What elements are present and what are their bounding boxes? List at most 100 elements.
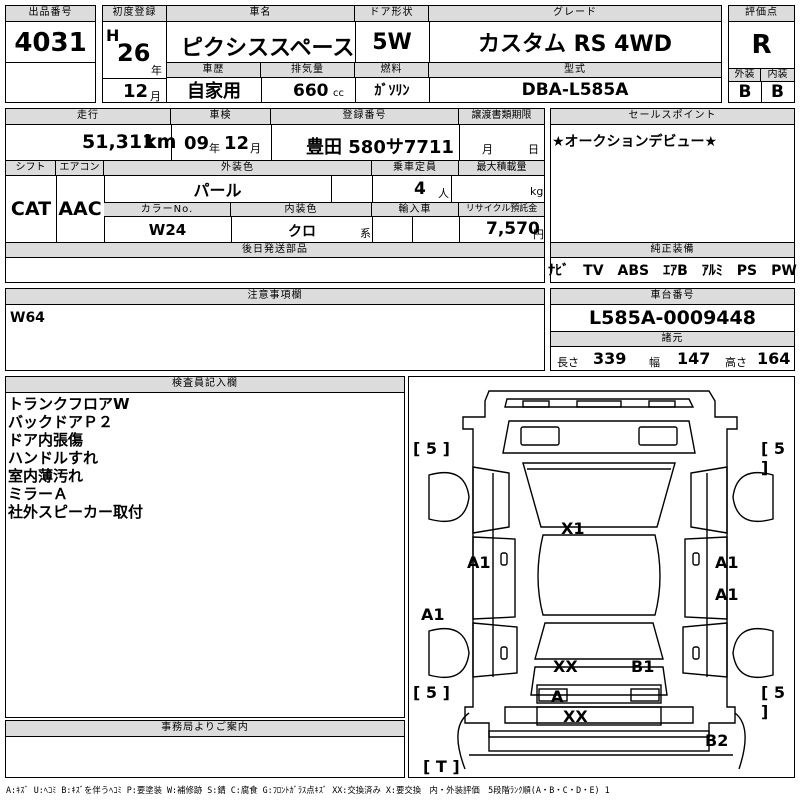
damage-code: [ 5 ] [761, 683, 786, 721]
height-label: 高さ [725, 356, 747, 369]
inspector-line: ミラーＡ [8, 485, 69, 503]
damage-code: A1 [467, 553, 491, 572]
damage-code: [ 5 ] [761, 439, 786, 477]
damage-code: A1 [715, 585, 739, 604]
damage-code: B1 [631, 657, 655, 676]
damage-code: XX [553, 657, 578, 676]
displacement-unit: cc [333, 88, 344, 99]
inspection-label: 車検 [171, 109, 271, 125]
car-name-label: 車名 [167, 6, 355, 22]
inspector-label: 検査員記入欄 [6, 377, 404, 393]
office-label: 事務局よりご案内 [6, 721, 404, 737]
spec-box: 走行 車検 登録番号 譲渡書類期限 51,311 km 09 年 12 月 豊田… [5, 108, 545, 283]
damage-code: A1 [421, 605, 445, 624]
exterior-color-value: パール [193, 181, 242, 200]
model-value: DBA-L585A [521, 80, 629, 100]
max-load-unit: kg [530, 185, 544, 198]
inspector-line: 室内薄汚れ [8, 467, 84, 485]
sales-point-value: ★オークションデビュー★ [552, 134, 718, 150]
aircon-value: AAC [58, 198, 102, 220]
history-value: 自家用 [187, 81, 241, 102]
length-value: 339 [593, 349, 627, 368]
lot-label: 出品番号 [6, 6, 95, 22]
damage-code: XX [563, 707, 588, 726]
transfer-label: 譲渡書類期限 [459, 109, 544, 125]
shift-value: CAT [10, 198, 52, 220]
import-label: 輸入車 [372, 202, 459, 217]
capacity-value: 4 [414, 179, 426, 199]
lot-number: 4031 [14, 28, 87, 58]
first-reg-label: 初度登録 [103, 6, 167, 22]
width-label: 幅 [649, 356, 660, 369]
lot-box: 出品番号 4031 [5, 5, 96, 103]
recycle-unit: 円 [533, 228, 544, 241]
car-name: ピクシススペース [181, 36, 355, 61]
first-reg-year-unit: 年 [151, 64, 162, 77]
inspector-line: 社外スピーカー取付 [8, 503, 144, 521]
color-no-value: W24 [148, 220, 187, 239]
inspection-month-unit: 月 [250, 142, 261, 155]
exterior-grade-label: 外装 [729, 68, 761, 82]
inspector-box: 検査員記入欄 トランクフロアW バックドアＰ２ ドア内張傷 ハンドルすれ 室内薄… [5, 376, 405, 718]
shift-label: シフト [6, 160, 56, 176]
interior-color-label: 内装色 [231, 202, 372, 217]
damage-code: [ 5 ] [413, 439, 450, 458]
damage-code: B2 [705, 731, 729, 750]
aircon-label: エアコン [56, 160, 104, 176]
damage-code: A1 [715, 553, 739, 572]
score-label: 評価点 [729, 6, 794, 22]
height-value: 164 [757, 349, 791, 368]
recycle-label: リサイクル預託金 [459, 202, 544, 217]
first-reg-year: 26 [117, 39, 151, 67]
interior-grade-value: B [771, 82, 784, 102]
grade-value: カスタム RS 4WD [478, 32, 672, 57]
inspector-line: ドア内張傷 [8, 431, 84, 449]
exterior-grade-value: B [738, 82, 752, 102]
transfer-month-unit: 月 [482, 143, 493, 156]
score-value: R [751, 30, 772, 60]
inspection-year: 09 [184, 133, 210, 154]
damage-code: [ 5 ] [413, 683, 450, 702]
equipment-label: 純正装備 [551, 242, 794, 258]
inspector-line: バックドアＰ２ [8, 413, 114, 431]
mileage-unit: km [144, 131, 177, 153]
notes-value: W64 [10, 310, 45, 326]
header-box-1: 初度登録 車名 ドア形状 グレード H 26 年 ピクシススペース 5W カスタ… [102, 5, 722, 103]
inspector-line: ハンドルすれ [8, 449, 99, 467]
dimensions-label: 諸元 [551, 331, 794, 347]
sales-point-label: セールスポイント [551, 109, 794, 125]
inspection-year-unit: 年 [209, 142, 220, 155]
model-label: 型式 [429, 62, 721, 78]
damage-code: A [551, 687, 564, 706]
chassis-value: L585A-0009448 [589, 307, 756, 329]
inspection-month: 12 [224, 133, 250, 154]
grade-label: グレード [429, 6, 721, 22]
notes-label: 注意事項欄 [6, 289, 544, 305]
first-reg-month-unit: 月 [150, 90, 161, 103]
interior-grade-label: 内装 [761, 68, 794, 82]
recycle-value: 7,570 [486, 219, 540, 239]
transfer-day-unit: 日 [528, 143, 539, 156]
inspector-line: トランクフロアW [8, 395, 130, 413]
equipment-value: ﾅﾋﾞ TV ABS ｴｱB ｱﾙﾐ PS PW [548, 263, 797, 279]
score-box: 評価点 R 外装 内装 B B [728, 5, 795, 103]
chassis-label: 車台番号 [551, 289, 794, 305]
capacity-unit: 人 [438, 187, 449, 200]
inspector-notes: トランクフロアW バックドアＰ２ ドア内張傷 ハンドルすれ 室内薄汚れ ミラーＡ… [8, 395, 143, 521]
interior-color-value: クロ [288, 224, 316, 240]
door-value: 5W [372, 29, 412, 55]
notes-box: 注意事項欄 W64 [5, 288, 545, 371]
chassis-box: 車台番号 L585A-0009448 諸元 長さ 339 幅 147 高さ 16… [550, 288, 795, 371]
sales-box: セールスポイント ★オークションデビュー★ 純正装備 ﾅﾋﾞ TV ABS ｴｱ… [548, 108, 797, 283]
mileage-label: 走行 [6, 109, 171, 125]
legend: A:ｷｽﾞ U:ﾍｺﾐ B:ｷｽﾞを伴うﾍｺﾐ P:要塗装 W:補修跡 S:錆 … [6, 785, 610, 795]
office-box: 事務局よりご案内 [5, 720, 405, 778]
plate-value: 豊田 580サ7711 [306, 137, 454, 158]
exterior-color-label: 外装色 [104, 160, 372, 176]
later-parts-label: 後日発送部品 [6, 242, 544, 258]
plate-label: 登録番号 [271, 109, 459, 125]
width-value: 147 [677, 349, 711, 368]
history-label: 車歴 [167, 62, 261, 78]
length-label: 長さ [557, 356, 579, 369]
displacement-label: 排気量 [261, 62, 355, 78]
